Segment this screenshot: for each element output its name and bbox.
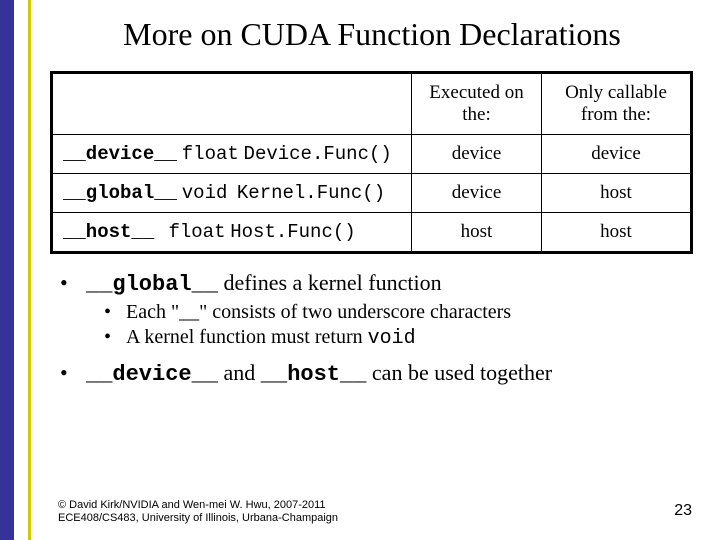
decl-cell: __host__ float Host.Func() xyxy=(52,213,412,253)
bullet-text: A kernel function must return void xyxy=(126,326,416,350)
bullet-level2: • Each "__" consists of two underscore c… xyxy=(104,301,700,324)
course-line: ECE408/CS483, University of Illinois, Ur… xyxy=(58,512,338,526)
bullet-dot-icon: • xyxy=(60,360,86,387)
text: can be used together xyxy=(366,360,552,385)
decl-cell: __device__ float Device.Func() xyxy=(52,135,412,174)
text: A kernel function must return xyxy=(126,326,368,348)
return-type: void xyxy=(182,182,228,204)
func-name: Kernel.Func() xyxy=(237,182,385,204)
declarations-table: Executed on the: Only callable from the:… xyxy=(50,71,693,254)
table-row: __host__ float Host.Func() host host xyxy=(52,213,692,253)
return-type: float xyxy=(168,221,225,243)
bullet-level1: • __global__ defines a kernel function xyxy=(60,270,700,297)
return-type: float xyxy=(182,143,239,165)
call-cell: device xyxy=(542,135,692,174)
notes: • __global__ defines a kernel function •… xyxy=(60,270,700,387)
bullet-text: __device__ and __host__ can be used toge… xyxy=(86,360,552,387)
qualifier: __device__ xyxy=(63,143,177,165)
header-executed: Executed on the: xyxy=(412,73,542,135)
exec-cell: host xyxy=(412,213,542,253)
bullet-dot-icon: • xyxy=(60,270,86,297)
decl-cell: __global__ void Kernel.Func() xyxy=(52,174,412,213)
func-name: Host.Func() xyxy=(230,221,355,243)
table-row: __device__ float Device.Func() device de… xyxy=(52,135,692,174)
code-void: void xyxy=(368,327,416,350)
code-host: __host__ xyxy=(261,362,367,387)
header-empty xyxy=(52,73,412,135)
bullet-level2: • A kernel function must return void xyxy=(104,326,700,350)
bullet-text: Each "__" consists of two underscore cha… xyxy=(126,301,511,324)
text: and xyxy=(218,360,261,385)
bullet-level1: • __device__ and __host__ can be used to… xyxy=(60,360,700,387)
bullet-text: __global__ defines a kernel function xyxy=(86,270,442,297)
bullet-dot-icon: • xyxy=(104,301,126,324)
code-device: __device__ xyxy=(86,362,218,387)
footer: © David Kirk/NVIDIA and Wen-mei W. Hwu, … xyxy=(58,499,338,527)
call-cell: host xyxy=(542,174,692,213)
exec-cell: device xyxy=(412,135,542,174)
slide: More on CUDA Function Declarations Execu… xyxy=(0,0,720,540)
exec-cell: device xyxy=(412,174,542,213)
table-header-row: Executed on the: Only callable from the: xyxy=(52,73,692,135)
bullet-dot-icon: • xyxy=(104,326,126,350)
header-callable: Only callable from the: xyxy=(542,73,692,135)
qualifier: __global__ xyxy=(63,182,177,204)
call-cell: host xyxy=(542,213,692,253)
text: defines a kernel function xyxy=(218,270,442,295)
page-number: 23 xyxy=(674,502,692,520)
table-row: __global__ void Kernel.Func() device hos… xyxy=(52,174,692,213)
copyright-line: © David Kirk/NVIDIA and Wen-mei W. Hwu, … xyxy=(58,499,338,513)
code-global: __global__ xyxy=(86,272,218,297)
slide-title: More on CUDA Function Declarations xyxy=(44,16,700,53)
func-name: Device.Func() xyxy=(244,143,392,165)
qualifier: __host__ xyxy=(63,221,154,243)
accent-stripe xyxy=(28,0,31,540)
